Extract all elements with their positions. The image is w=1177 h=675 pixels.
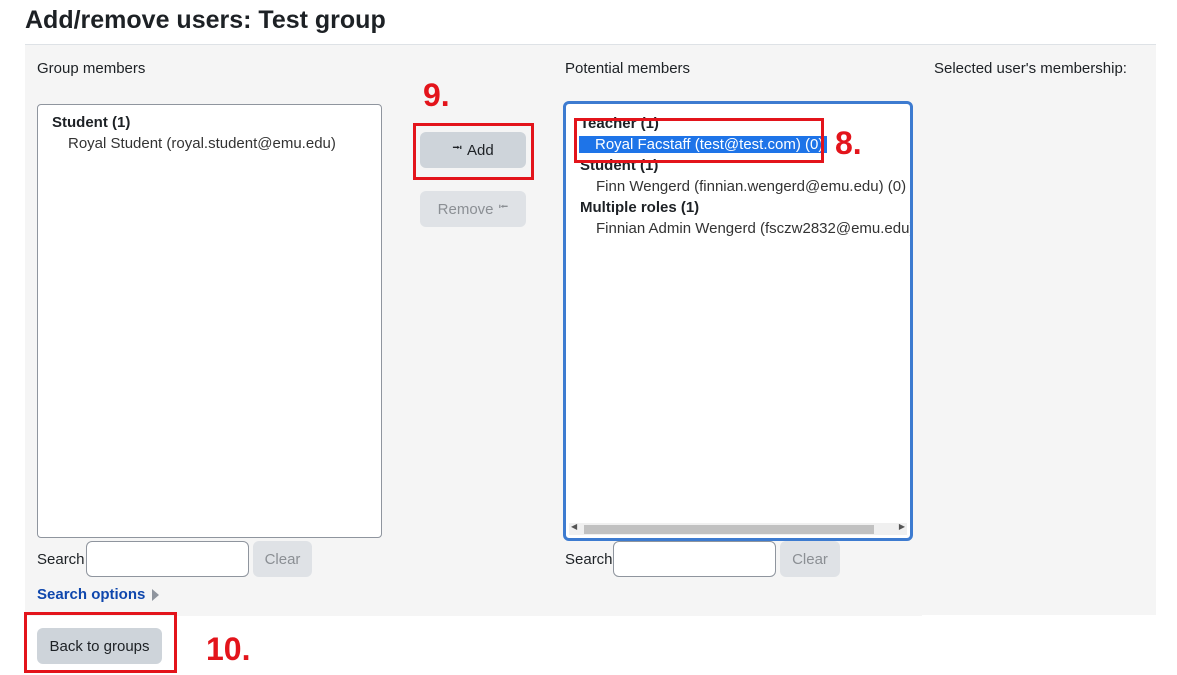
search-input-right[interactable]	[613, 541, 776, 577]
potential-members-select[interactable]: Teacher (1) Royal Facstaff (test@test.co…	[563, 101, 913, 541]
group-members-select[interactable]: Student (1) Royal Student (royal.student…	[37, 104, 382, 538]
clear-button-right[interactable]: Clear	[780, 541, 840, 577]
potential-members-label: Potential members	[565, 60, 691, 77]
scroll-right-icon[interactable]: ▶	[899, 522, 905, 531]
remove-button[interactable]: Remove ⭰	[420, 191, 526, 227]
remove-arrow-icon: ⭰	[498, 199, 509, 214]
annotation-step-8: 8.	[835, 125, 862, 161]
annotation-step-10: 10.	[206, 631, 251, 667]
horizontal-scrollbar[interactable]: ◀ ▶	[569, 522, 907, 535]
scroll-thumb[interactable]	[584, 525, 874, 534]
remove-button-label: Remove	[437, 200, 494, 218]
page-title: Add/remove users: Test group	[25, 6, 386, 34]
clear-button-left[interactable]: Clear	[253, 541, 312, 577]
page-background	[922, 615, 1177, 675]
list-item[interactable]: Royal Student (royal.student@emu.edu)	[68, 135, 336, 152]
membership-label: Selected user's membership:	[934, 60, 1127, 77]
list-item[interactable]: Finn Wengerd (finnian.wengerd@emu.edu) (…	[596, 178, 906, 195]
annotation-step-9: 9.	[423, 77, 450, 113]
search-label-right: Search	[565, 551, 613, 568]
annotation-box-back	[24, 612, 177, 673]
annotation-box-selected-user	[574, 118, 824, 163]
search-label-left: Search	[37, 551, 85, 568]
group-members-label: Group members	[37, 60, 146, 77]
scroll-left-icon[interactable]: ◀	[571, 522, 577, 531]
list-item[interactable]: Finnian Admin Wengerd (fsczw2832@emu.edu…	[596, 220, 910, 237]
optgroup-label: Student (1)	[52, 114, 131, 131]
optgroup-label: Multiple roles (1)	[580, 199, 700, 216]
annotation-box-add	[413, 123, 534, 180]
search-options-link[interactable]: Search options	[37, 586, 145, 603]
caret-right-icon	[152, 588, 160, 601]
search-input-left[interactable]	[86, 541, 249, 577]
search-options-toggle[interactable]: Search options	[37, 586, 160, 603]
